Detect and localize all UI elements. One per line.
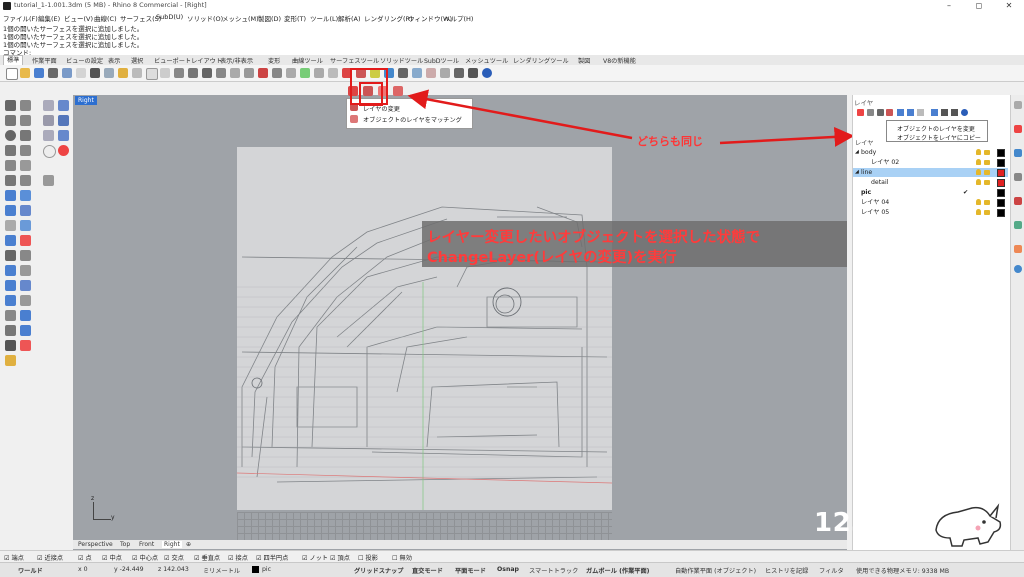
auto-cplane-toggle[interactable]: 自動作業平面 (オブジェクト): [675, 566, 756, 575]
texture-panel-icon[interactable]: [1014, 265, 1022, 273]
current-layer-check-icon[interactable]: ✔: [963, 188, 968, 197]
status-x: x 0: [78, 566, 88, 573]
move-left-icon[interactable]: [917, 109, 924, 116]
layer-name[interactable]: line: [861, 168, 872, 177]
layer-row[interactable]: レイヤ 02: [853, 158, 1008, 167]
osnap-option[interactable]: ☑ ノット: [302, 553, 328, 562]
ortho-toggle[interactable]: 直交モード: [412, 566, 443, 575]
layer-column-header: レイヤ: [855, 140, 874, 147]
lock-icon[interactable]: [984, 170, 990, 175]
instruction-line-2: ChangeLayer(レイヤの変更)を実行: [427, 250, 677, 266]
layer-tool-panel-icon[interactable]: [886, 109, 893, 116]
delete-layer-icon[interactable]: [877, 109, 884, 116]
lightbulb-icon[interactable]: [976, 159, 981, 165]
planar-toggle[interactable]: 平面モード: [455, 566, 486, 575]
lock-icon[interactable]: [984, 210, 990, 215]
rhino-mascot-logo: [935, 503, 1002, 547]
grid-snap-toggle[interactable]: グリッドスナップ: [354, 566, 404, 575]
move-down-icon[interactable]: [907, 109, 914, 116]
filter-toggle[interactable]: フィルタ: [819, 566, 844, 575]
osnap-option[interactable]: ☐ 投影: [358, 553, 378, 562]
menu-item-copy-to-layer[interactable]: オブジェクトをレイヤにコピー: [897, 133, 981, 142]
osnap-toggle[interactable]: Osnap: [497, 566, 519, 573]
lightbulb-icon[interactable]: [976, 169, 981, 175]
status-unit: ミリメートル: [203, 568, 241, 575]
instruction-overlay: レイヤー変更したいオブジェクトを選択した状態で ChangeLayer(レイヤの…: [422, 221, 847, 267]
layer-row[interactable]: レイヤ 05: [853, 208, 1008, 217]
same-function-label: どちらも同じ: [637, 135, 703, 148]
osnap-option[interactable]: ☐ 無効: [392, 553, 412, 562]
osnap-option[interactable]: ☑ 接点: [228, 553, 248, 562]
lightbulb-icon[interactable]: [976, 149, 981, 155]
new-layer-icon[interactable]: [857, 109, 864, 116]
osnap-option[interactable]: ☑ 交点: [164, 553, 184, 562]
layer-name[interactable]: レイヤ 05: [861, 208, 889, 217]
columns-icon[interactable]: [941, 109, 948, 116]
layer-panel-toolbar: [855, 108, 990, 118]
layer-name[interactable]: レイヤ 04: [861, 198, 889, 207]
move-up-icon[interactable]: [897, 109, 904, 116]
layers-panel-icon[interactable]: [1014, 125, 1022, 133]
menu-item-change-object-layer[interactable]: オブジェクトのレイヤを変更: [897, 124, 975, 133]
expand-icon[interactable]: ◢: [855, 168, 859, 177]
osnap-option[interactable]: ☑ 端点: [4, 553, 24, 562]
layer-row[interactable]: ◢ line: [853, 168, 1008, 177]
help-icon[interactable]: [961, 109, 968, 116]
render-panel-icon[interactable]: [1014, 197, 1022, 205]
status-z: z 142.043: [158, 566, 189, 573]
layer-color-swatch[interactable]: [997, 209, 1005, 217]
filter-icon[interactable]: [931, 109, 938, 116]
expand-icon[interactable]: ◢: [855, 148, 859, 157]
layer-color-swatch[interactable]: [997, 159, 1005, 167]
status-y: y -24.449: [114, 566, 144, 573]
layer-name[interactable]: body: [861, 148, 876, 157]
memory-status: 使用できる物理メモリ: 9338 MB: [856, 568, 950, 575]
gumball-toggle[interactable]: ガムボール (作業平面): [586, 566, 650, 575]
instruction-line-1: レイヤー変更したいオブジェクトを選択した状態で: [427, 230, 761, 246]
help-panel-icon[interactable]: [1014, 173, 1022, 181]
layer-color-swatch[interactable]: [997, 189, 1005, 197]
menu-icon[interactable]: [951, 109, 958, 116]
layer-panel-title: レイヤ: [854, 99, 874, 107]
osnap-option[interactable]: ☑ 点: [78, 553, 92, 562]
layer-name[interactable]: レイヤ 02: [871, 158, 899, 167]
layer-name[interactable]: pic: [861, 188, 871, 197]
lock-icon[interactable]: [984, 200, 990, 205]
lock-icon[interactable]: [984, 180, 990, 185]
layer-color-swatch[interactable]: [997, 179, 1005, 187]
properties-panel-icon[interactable]: [1014, 101, 1022, 109]
display-panel-icon[interactable]: [1014, 149, 1022, 157]
layer-row[interactable]: レイヤ 04: [853, 198, 1008, 207]
layer-row[interactable]: detail: [853, 178, 1008, 187]
osnap-option[interactable]: ☑ 四半円点: [256, 553, 288, 562]
osnap-option[interactable]: ☑ 垂直点: [194, 553, 220, 562]
layer-name[interactable]: detail: [871, 178, 888, 187]
materials-panel-icon[interactable]: [1014, 221, 1022, 229]
layer-row[interactable]: ◢ body: [853, 148, 1008, 157]
layer-panel-popup: オブジェクトのレイヤを変更 オブジェクトをレイヤにコピー: [886, 120, 988, 142]
layer-color-swatch[interactable]: [997, 149, 1005, 157]
layer-color-swatch[interactable]: [997, 169, 1005, 177]
layer-color-swatch[interactable]: [997, 199, 1005, 207]
status-plane[interactable]: ワールド: [18, 566, 43, 575]
right-panel-strip: [1010, 95, 1024, 550]
lock-icon[interactable]: [984, 150, 990, 155]
status-layer[interactable]: pic: [262, 566, 271, 573]
status-bar: ワールド x 0 y -24.449 z 142.043 ミリメートル pic …: [0, 562, 1024, 577]
lightbulb-icon[interactable]: [976, 179, 981, 185]
layer-color-swatch: [252, 566, 259, 573]
history-toggle[interactable]: ヒストリを記録: [765, 566, 808, 575]
osnap-option[interactable]: ☑ 中心点: [132, 553, 158, 562]
environment-panel-icon[interactable]: [1014, 245, 1022, 253]
lock-icon[interactable]: [984, 160, 990, 165]
osnap-option[interactable]: ☑ 頂点: [330, 553, 350, 562]
layer-row[interactable]: pic ✔: [853, 188, 1008, 197]
smarttrack-toggle[interactable]: スマートトラック: [529, 566, 578, 575]
new-sublayer-icon[interactable]: [867, 109, 874, 116]
lightbulb-icon[interactable]: [976, 199, 981, 205]
osnap-option[interactable]: ☑ 近接点: [37, 553, 63, 562]
osnap-option[interactable]: ☑ 中点: [102, 553, 122, 562]
lightbulb-icon[interactable]: [976, 209, 981, 215]
